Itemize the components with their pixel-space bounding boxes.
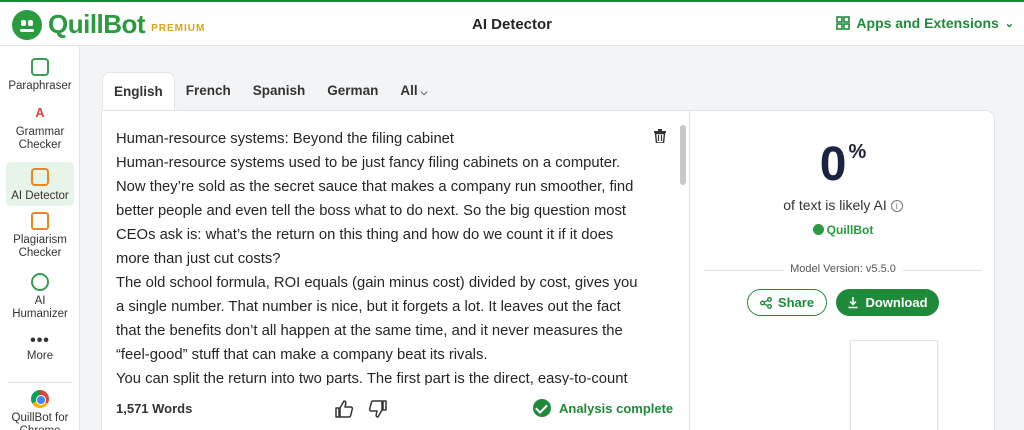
editor-scrollbar[interactable] (680, 125, 686, 185)
share-icon (759, 296, 772, 309)
sidebar-item-label: Paraphraser (8, 80, 72, 92)
sidebar-item-label: Grammar Checker (15, 126, 65, 151)
info-icon[interactable]: i (890, 200, 903, 212)
sidebar-item-quillbot-for-chrome[interactable]: QuillBot for Chrome (6, 390, 74, 430)
grammar-icon: A (35, 105, 45, 120)
text-paragraph: Human-resource systems: Beyond the filin… (116, 131, 455, 147)
quillbot-badge-icon (812, 224, 824, 235)
text-editor-panel: Human-resource systems: Beyond the filin… (101, 110, 691, 430)
ai-score-unit: % (848, 141, 867, 163)
sidebar: Paraphraser A Grammar Checker AI Detecto… (0, 46, 80, 430)
text-paragraph: Human-resource systems used to be just f… (116, 155, 634, 267)
sidebar-item-label: Plagiarism Checker (13, 234, 67, 259)
more-icon: ••• (30, 332, 50, 349)
plagiarism-icon (31, 212, 49, 230)
sidebar-item-label: AI Detector (11, 190, 69, 202)
apps-and-extensions-button[interactable]: Apps and Extensions ⌄ (836, 15, 1014, 31)
text-paragraph: You can split the return into two parts.… (116, 371, 628, 385)
chevron-down-icon: ⌵ (420, 87, 428, 97)
paraphraser-icon (31, 58, 49, 76)
editor-footer: 1,571 Words Analysis complete (102, 391, 692, 427)
download-label: Download (865, 295, 928, 310)
tab-all[interactable]: All ⌵ (389, 72, 438, 110)
chrome-icon (31, 390, 49, 408)
report-preview-thumbnail[interactable] (850, 340, 938, 430)
tab-english[interactable]: English (102, 72, 175, 110)
sidebar-item-grammar-checker[interactable]: A Grammar Checker (6, 104, 74, 156)
ai-score: 0% (690, 137, 996, 192)
tab-german[interactable]: German (316, 72, 389, 110)
ai-score-caption: of text is likely AI i (690, 197, 996, 213)
model-version: Model Version: v5.5.0 (704, 263, 982, 275)
tab-spanish[interactable]: Spanish (242, 72, 317, 110)
top-bar: QuillBot PREMIUM AI Detector Apps and Ex… (0, 0, 1024, 46)
sidebar-divider (8, 382, 72, 383)
word-count: 1,571 Words (116, 401, 193, 416)
apps-icon (836, 16, 851, 30)
sidebar-item-paraphraser[interactable]: Paraphraser (6, 58, 74, 98)
tab-all-label: All (400, 83, 418, 98)
ai-score-value: 0 (819, 138, 847, 191)
sidebar-item-ai-humanizer[interactable]: AI Humanizer (6, 273, 74, 325)
ai-detector-icon (31, 168, 49, 186)
trash-icon[interactable] (654, 129, 666, 143)
tab-french[interactable]: French (175, 72, 242, 110)
thumbs-down-icon[interactable] (368, 399, 388, 419)
sidebar-item-plagiarism-checker[interactable]: Plagiarism Checker (6, 212, 74, 264)
download-button[interactable]: Download (836, 289, 939, 316)
apps-label: Apps and Extensions (856, 15, 999, 31)
language-tabs: English French Spanish German All ⌵ (102, 72, 438, 110)
sidebar-item-label: AI Humanizer (12, 295, 68, 320)
share-button[interactable]: Share (747, 289, 827, 316)
check-circle-icon (533, 399, 551, 417)
input-text-area[interactable]: Human-resource systems: Beyond the filin… (116, 127, 642, 385)
humanizer-icon (31, 273, 49, 291)
analysis-status: Analysis complete (533, 399, 673, 417)
text-paragraph: The old school formula, ROI equals (gain… (116, 275, 638, 363)
sidebar-item-ai-detector[interactable]: AI Detector (6, 162, 74, 206)
thumbs-up-icon[interactable] (334, 399, 354, 419)
quillbot-badge: QuillBot (690, 223, 996, 237)
sidebar-item-label: More (26, 350, 54, 362)
ai-score-caption-text: of text is likely AI (783, 197, 887, 213)
sidebar-item-label: QuillBot for Chrome (11, 412, 69, 430)
download-icon (848, 297, 858, 309)
result-panel: 0% of text is likely AI i QuillBot Model … (689, 110, 995, 430)
analysis-status-label: Analysis complete (559, 400, 674, 416)
quillbot-badge-text: QuillBot (826, 223, 874, 237)
sidebar-item-more[interactable]: ••• More (6, 332, 74, 368)
share-label: Share (777, 295, 815, 310)
chevron-down-icon: ⌄ (1004, 17, 1014, 30)
